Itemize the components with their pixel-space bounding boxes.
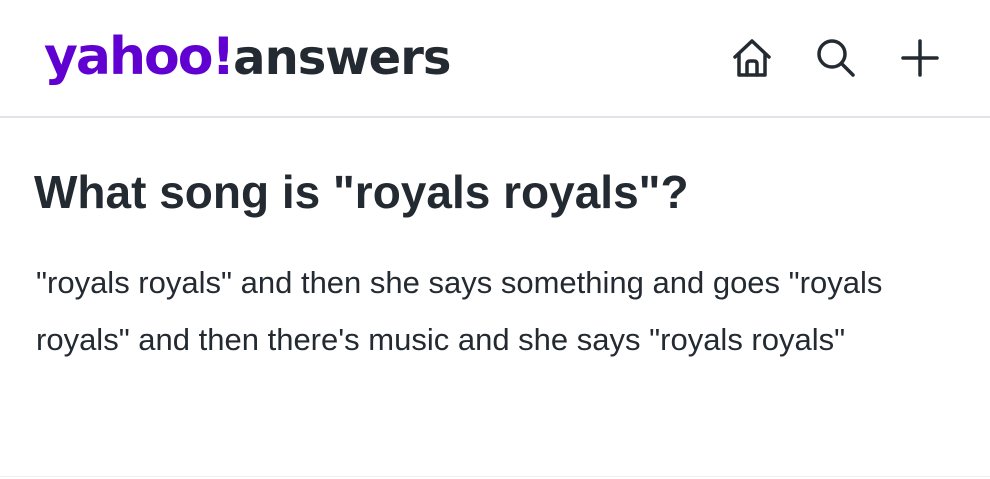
search-icon xyxy=(817,39,855,77)
home-button[interactable] xyxy=(722,28,782,88)
ask-question-button[interactable] xyxy=(890,28,950,88)
home-icon xyxy=(733,39,771,77)
yahoo-answers-logo[interactable]: yahoo! answers xyxy=(44,22,451,92)
plus-icon xyxy=(901,39,939,77)
header-actions xyxy=(722,28,950,88)
question-card: What song is "royals royals"? "royals ro… xyxy=(34,160,954,368)
question-title: What song is "royals royals"? xyxy=(34,166,689,218)
logo-answers-text: answers xyxy=(233,30,451,86)
top-navigation-bar: yahoo! answers xyxy=(0,0,990,118)
logo-yahoo-text: yahoo! xyxy=(44,27,235,87)
search-button[interactable] xyxy=(806,28,866,88)
question-body: "royals royals" and then she says someth… xyxy=(36,265,883,357)
bottom-divider xyxy=(0,476,990,477)
